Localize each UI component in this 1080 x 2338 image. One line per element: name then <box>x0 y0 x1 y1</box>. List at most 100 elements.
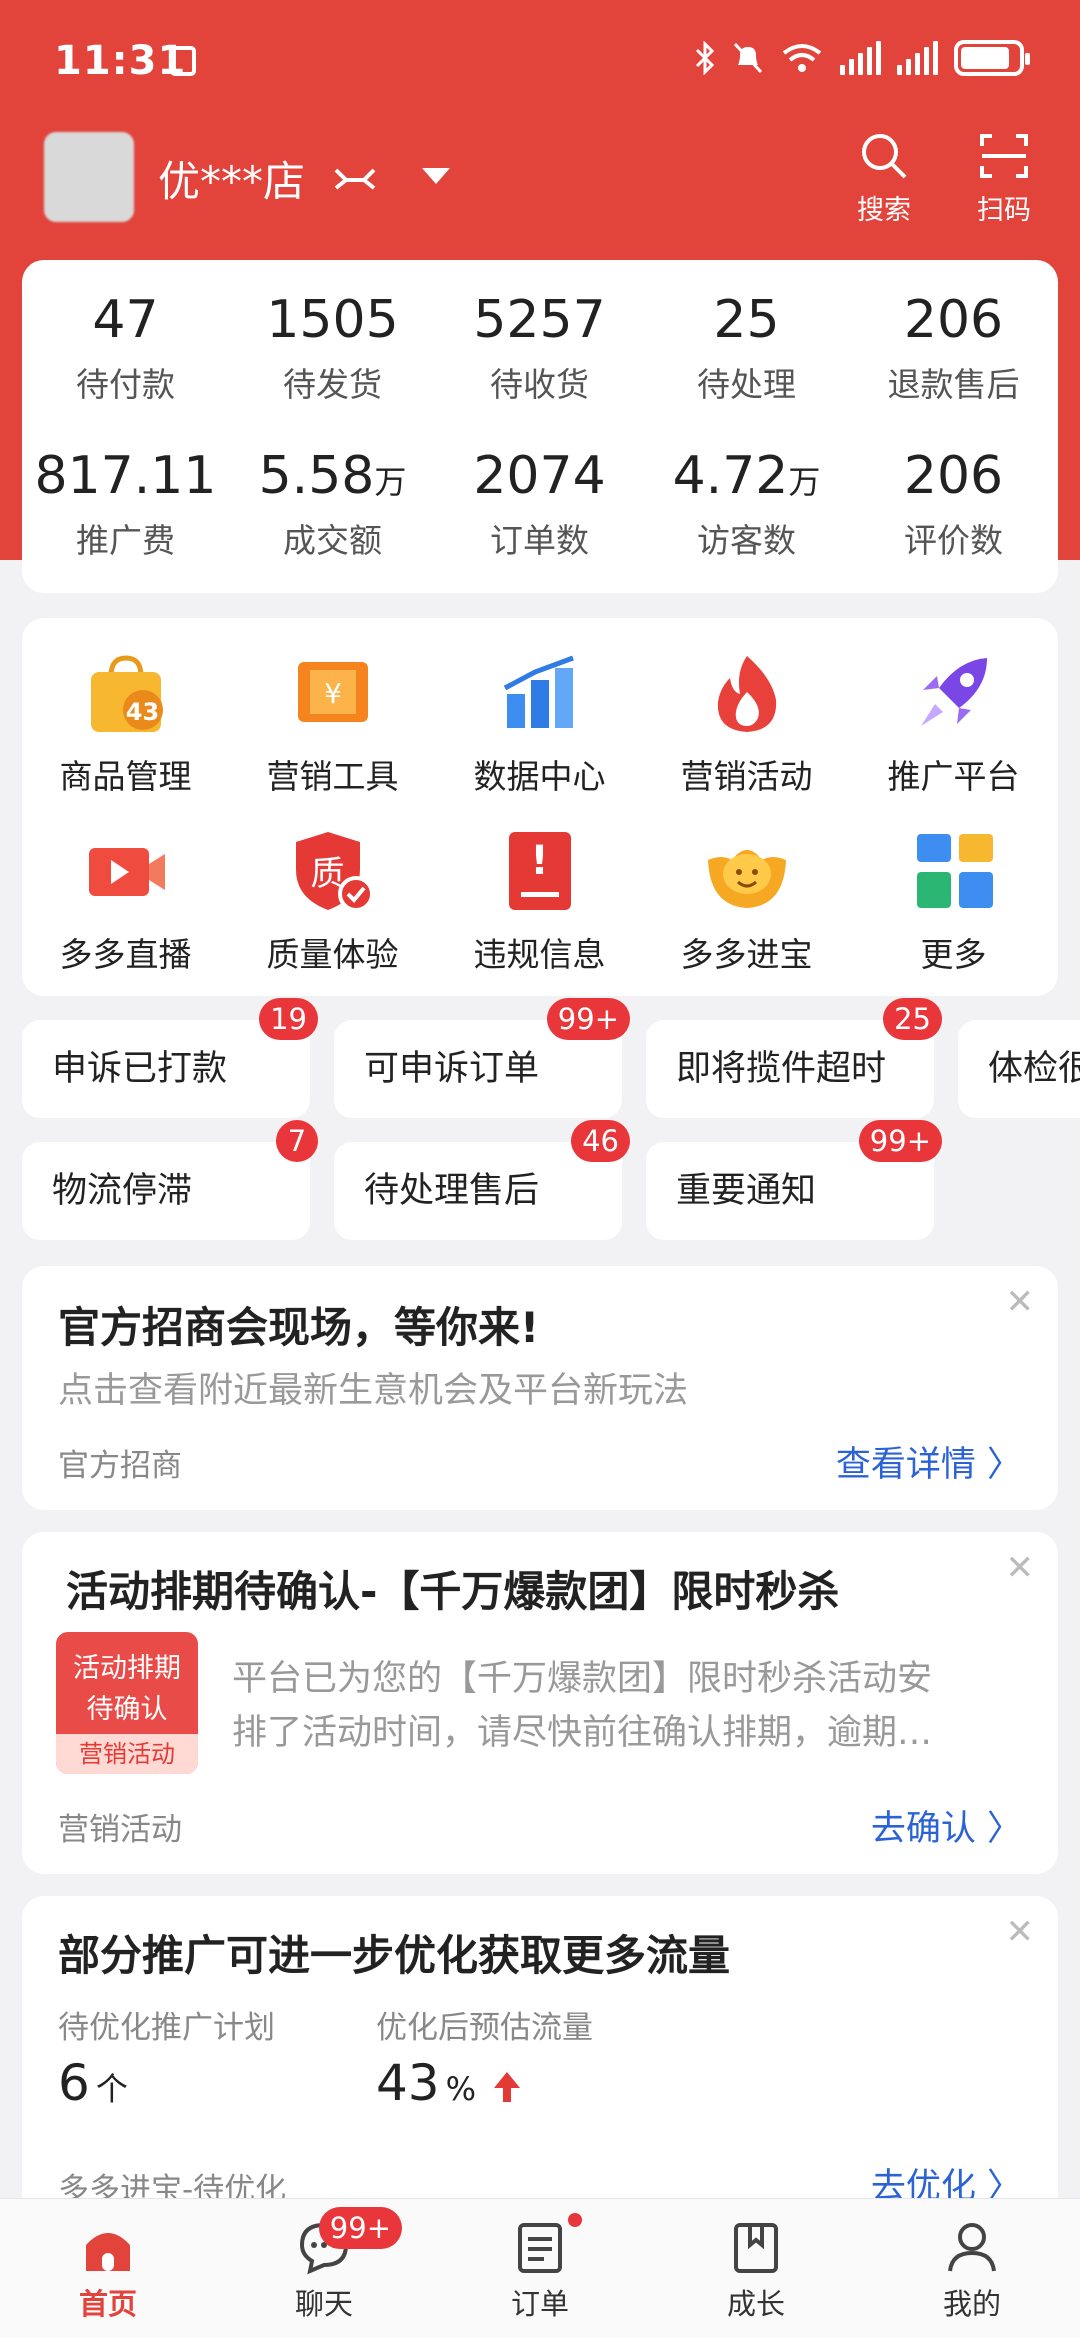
order-new-dot <box>568 2213 582 2227</box>
tool-label: 推广平台 <box>887 757 1020 796</box>
stat-value: 47 <box>92 290 159 350</box>
search-button[interactable]: 搜索 <box>844 130 924 227</box>
tab-label: 成长 <box>726 2287 785 2321</box>
tool-marketing-activities[interactable]: 营销活动 <box>643 648 850 798</box>
stat-reviews[interactable]: 206 评价数 <box>850 446 1057 562</box>
tool-label: 质量体验 <box>266 935 399 974</box>
tool-promotion-platform[interactable]: 推广平台 <box>850 648 1057 798</box>
chip-count-badge: 19 <box>259 998 318 1040</box>
stat-order-count[interactable]: 2074 订单数 <box>436 446 643 562</box>
notice-description: 点击查看附近最新生意机会及平台新玩法 <box>58 1371 689 1411</box>
home-icon <box>80 2219 136 2275</box>
status-icons <box>694 40 1030 76</box>
tools-grid: 43 商品管理 ¥ 营销工具 数据中心 营销活动 推广平台 多多直播 质 质量体… <box>22 618 1058 996</box>
tool-duoduo-jinbao[interactable]: 多多进宝 <box>643 826 850 976</box>
tab-profile[interactable]: 我的 <box>864 2199 1080 2323</box>
wifi-icon <box>782 44 822 72</box>
stat-pending-shipment[interactable]: 1505 待发货 <box>229 290 436 406</box>
tool-quality-experience[interactable]: 质 质量体验 <box>229 826 436 976</box>
stat-refund-after-sale[interactable]: 206 退款售后 <box>850 290 1057 406</box>
chip-health-check[interactable]: 体检很 <box>958 1020 1080 1118</box>
stat-pending-receipt[interactable]: 5257 待收货 <box>436 290 643 406</box>
view-details-link[interactable]: 查看详情 〉 <box>836 1436 1022 1487</box>
chip-count-badge: 25 <box>883 998 942 1040</box>
chat-icon: 99+ <box>296 2207 402 2275</box>
quality-shield-icon: 质 <box>288 826 378 916</box>
tool-label: 多多进宝 <box>680 935 813 974</box>
tool-label: 更多 <box>920 935 987 974</box>
stat-label: 访客数 <box>697 521 796 560</box>
tab-label: 首页 <box>78 2287 137 2321</box>
tool-live-streaming[interactable]: 多多直播 <box>22 826 229 976</box>
stat-value: 2074 <box>473 446 606 506</box>
stat-promotion-fee[interactable]: 817.11 推广费 <box>22 446 229 562</box>
stat-value: 1505 <box>266 290 399 350</box>
chat-unread-badge: 99+ <box>318 2207 402 2249</box>
stat-to-process[interactable]: 25 待处理 <box>643 290 850 406</box>
tab-home[interactable]: 首页 <box>0 2199 216 2323</box>
ingot-icon <box>702 826 792 916</box>
chip-pickup-timeout[interactable]: 即将揽件超时 25 <box>646 998 942 1118</box>
notice-card-merchant-event[interactable]: ✕ 官方招商会现场，等你来! 点击查看附近最新生意机会及平台新玩法 官方招商 查… <box>22 1266 1058 1510</box>
stat-value: 25 <box>713 290 780 350</box>
stat-label: 推广费 <box>76 521 175 560</box>
stat-pending-payment[interactable]: 47 待付款 <box>22 290 229 406</box>
tool-label: 营销活动 <box>680 757 813 796</box>
stat-label: 退款售后 <box>887 365 1020 404</box>
shop-name[interactable]: 优***店 <box>158 148 305 209</box>
tool-label: 多多直播 <box>59 935 192 974</box>
tab-growth[interactable]: 成长 <box>648 2199 864 2323</box>
tool-marketing-tools[interactable]: ¥ 营销工具 <box>229 648 436 798</box>
scan-icon <box>980 134 1028 178</box>
metric-label-traffic: 优化后预估流量 <box>376 2010 593 2046</box>
tool-product-management[interactable]: 43 商品管理 <box>22 648 229 798</box>
nfc-icon <box>170 46 196 76</box>
stat-value: 5257 <box>473 290 606 350</box>
rocket-icon <box>909 648 999 738</box>
chip-important-notice[interactable]: 重要通知 99+ <box>646 1120 942 1240</box>
quality-glyph: 质 <box>310 854 345 894</box>
tool-more[interactable]: 更多 <box>850 826 1057 976</box>
confirm-link[interactable]: 去确认 〉 <box>871 1800 1022 1851</box>
svg-text:¥: ¥ <box>324 677 342 710</box>
stat-label: 评价数 <box>904 521 1003 560</box>
signal-icon <box>840 41 881 75</box>
tool-violation-info[interactable]: ! 违规信息 <box>436 826 643 976</box>
tool-label: 数据中心 <box>473 757 606 796</box>
stat-value: 4.72万 <box>672 446 821 506</box>
scan-label: 扫码 <box>977 195 1031 226</box>
tool-label: 商品管理 <box>59 757 192 796</box>
chip-label: 体检很 <box>958 1020 1080 1118</box>
stat-label: 待发货 <box>283 365 382 404</box>
shop-switch-caret-icon[interactable] <box>422 168 450 184</box>
stat-value: 5.58万 <box>258 446 407 506</box>
coupon-icon: ¥ <box>288 648 378 738</box>
tab-orders[interactable]: 订单 <box>432 2199 648 2323</box>
thumb-line2: 待确认 <box>86 1694 168 1725</box>
notice-card-activity-schedule[interactable]: ✕ 活动排期待确认-【千万爆款团】限时秒杀 活动排期 待确认 营销活动 平台已为… <box>22 1532 1058 1874</box>
chip-label: 物流停滞 <box>22 1142 310 1240</box>
metric-value-plans: 6个 <box>58 2054 128 2112</box>
shop-avatar[interactable] <box>44 132 134 222</box>
stat-gmv[interactable]: 5.58万 成交额 <box>229 446 436 562</box>
growth-book-icon <box>728 2219 784 2275</box>
tab-chat[interactable]: 99+ 聊天 <box>216 2199 432 2323</box>
tool-data-center[interactable]: 数据中心 <box>436 648 643 798</box>
mute-bell-icon <box>733 42 763 74</box>
close-icon[interactable]: ✕ <box>1006 1282 1035 1322</box>
tab-label: 聊天 <box>294 2287 353 2321</box>
stat-visitors[interactable]: 4.72万访客数 <box>643 446 850 562</box>
chip-appeal-paid[interactable]: 申诉已打款 19 <box>22 998 318 1118</box>
close-icon[interactable]: ✕ <box>1006 1548 1035 1588</box>
chip-appealable-orders[interactable]: 可申诉订单 99+ <box>334 998 630 1118</box>
thumb-tag: 营销活动 <box>56 1734 198 1774</box>
notice-card-promotion-optimize[interactable]: ✕ 部分推广可进一步优化获取更多流量 待优化推广计划 优化后预估流量 6个 43… <box>22 1896 1058 2216</box>
order-icon <box>512 2213 582 2275</box>
stat-label: 待付款 <box>76 365 175 404</box>
close-icon[interactable]: ✕ <box>1006 1912 1035 1952</box>
scan-button[interactable]: 扫码 <box>964 130 1044 227</box>
stat-value: 206 <box>903 290 1004 350</box>
chip-logistics-stalled[interactable]: 物流停滞 7 <box>22 1120 318 1240</box>
arrow-up-icon <box>493 2071 520 2102</box>
chip-pending-after-sale[interactable]: 待处理售后 46 <box>334 1120 630 1240</box>
